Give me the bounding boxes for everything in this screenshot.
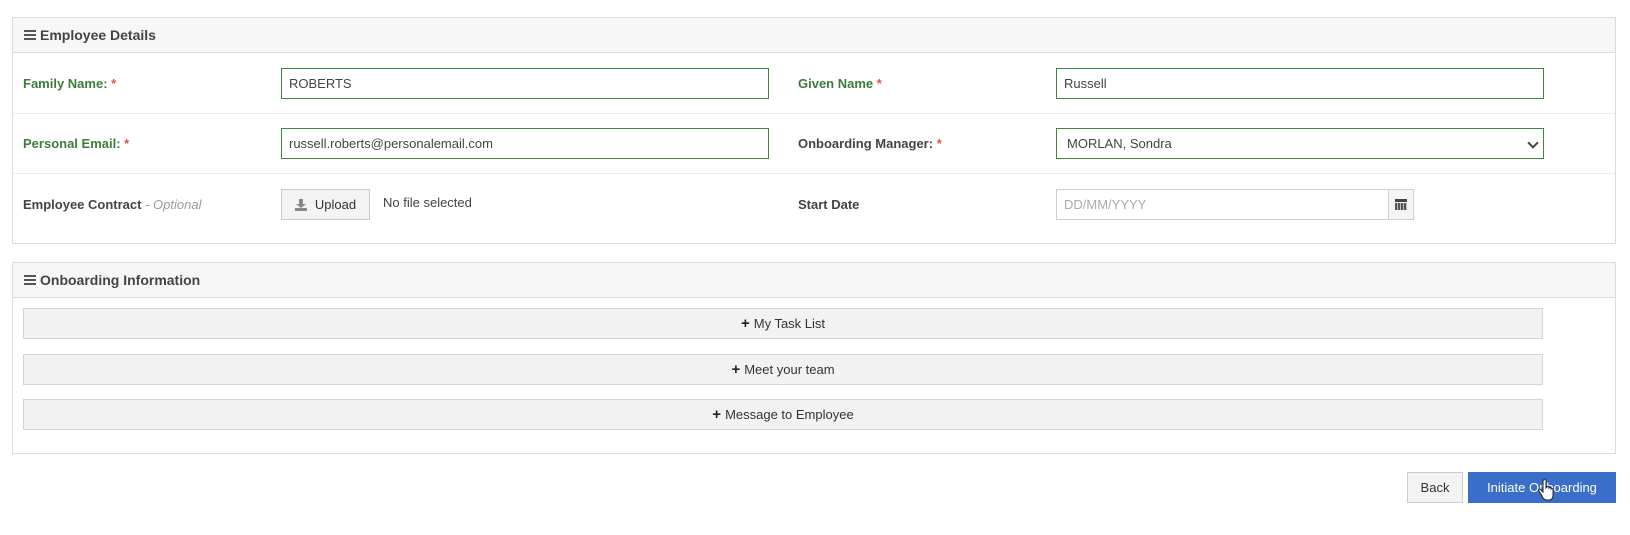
accordion-meet-your-team[interactable]: + Meet your team bbox=[23, 354, 1543, 385]
hand-cursor-icon bbox=[1538, 478, 1554, 501]
given-name-input[interactable]: Russell bbox=[1056, 68, 1544, 99]
plus-icon: + bbox=[731, 361, 741, 378]
row-contract-date: Employee Contract - Optional Upload No f… bbox=[13, 174, 1615, 244]
family-name-label: Family Name: * bbox=[23, 76, 117, 91]
employee-details-title: Employee Details bbox=[40, 27, 156, 43]
start-date-label: Start Date bbox=[798, 197, 860, 212]
onboarding-information-header: Onboarding Information bbox=[13, 263, 1615, 298]
employee-details-panel: Employee Details Family Name: * ROBERTS … bbox=[12, 17, 1616, 244]
family-name-input[interactable]: ROBERTS bbox=[281, 68, 769, 99]
start-date-input[interactable]: DD/MM/YYYY bbox=[1056, 189, 1389, 220]
hamburger-icon bbox=[24, 30, 36, 40]
personal-email-input[interactable]: russell.roberts@personalemail.com bbox=[281, 128, 769, 159]
optional-marker: - Optional bbox=[145, 197, 202, 212]
accordion-message-to-employee[interactable]: + Message to Employee bbox=[23, 399, 1543, 430]
required-marker: * bbox=[111, 76, 117, 91]
back-button[interactable]: Back bbox=[1407, 472, 1463, 503]
onboarding-information-title: Onboarding Information bbox=[40, 272, 201, 288]
row-email-manager: Personal Email: * russell.roberts@person… bbox=[13, 114, 1615, 174]
file-status-text: No file selected bbox=[383, 195, 472, 210]
plus-icon: + bbox=[740, 315, 750, 332]
given-name-label: Given Name * bbox=[798, 76, 882, 91]
row-names: Family Name: * ROBERTS Given Name * Russ… bbox=[13, 53, 1615, 114]
required-marker: * bbox=[124, 136, 130, 151]
upload-button[interactable]: Upload bbox=[281, 189, 370, 220]
onboarding-manager-select[interactable]: MORLAN, Sondra bbox=[1056, 128, 1544, 159]
hamburger-icon bbox=[24, 275, 36, 285]
personal-email-label: Personal Email: * bbox=[23, 136, 130, 151]
plus-icon: + bbox=[712, 406, 722, 423]
download-tray-icon bbox=[294, 198, 307, 211]
required-marker: * bbox=[936, 136, 942, 151]
chevron-down-icon bbox=[1527, 137, 1539, 149]
employee-details-header: Employee Details bbox=[13, 18, 1615, 53]
required-marker: * bbox=[876, 76, 882, 91]
employee-contract-label: Employee Contract - Optional bbox=[23, 197, 202, 212]
onboarding-manager-label: Onboarding Manager: * bbox=[798, 136, 942, 151]
calendar-icon bbox=[1395, 199, 1407, 210]
calendar-button[interactable] bbox=[1388, 189, 1414, 220]
accordion-my-task-list[interactable]: + My Task List bbox=[23, 308, 1543, 339]
onboarding-information-panel: Onboarding Information + My Task List + … bbox=[12, 262, 1616, 454]
